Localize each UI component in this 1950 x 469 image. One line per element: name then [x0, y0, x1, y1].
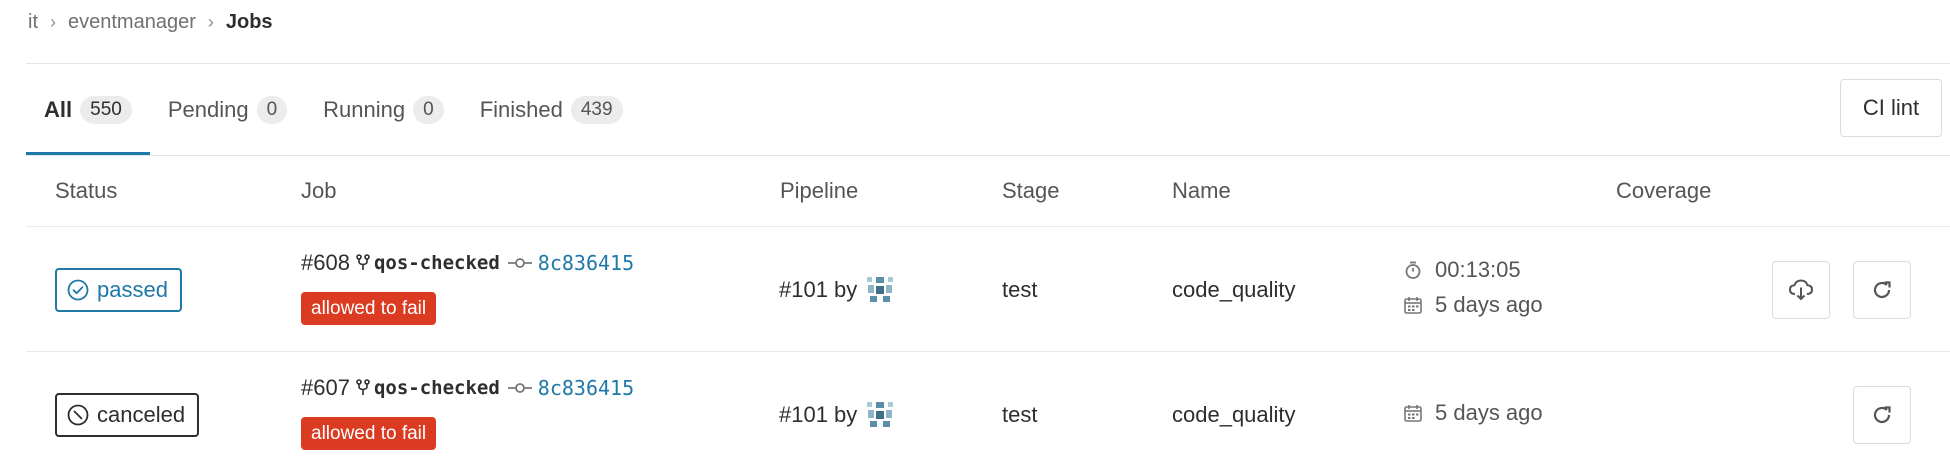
fork-icon	[356, 254, 370, 272]
branch-ref-link[interactable]: qos-checked	[374, 252, 500, 274]
avatar[interactable]	[865, 400, 895, 430]
allowed-to-fail-badge: allowed to fail	[301, 292, 437, 325]
download-artifacts-button[interactable]	[1772, 261, 1830, 319]
job-id-link[interactable]: #608	[301, 250, 350, 276]
duration: 00:13:05	[1403, 257, 1521, 283]
job-info: #608 qos-checked 8c836415	[301, 250, 634, 276]
timer-icon	[1405, 261, 1421, 279]
finished-text: 5 days ago	[1435, 400, 1543, 425]
finished-time: 5 days ago	[1403, 400, 1543, 426]
chevron-right-icon: ›	[207, 11, 214, 32]
commit-icon	[507, 382, 532, 394]
allowed-to-fail-badge: allowed to fail	[301, 417, 437, 450]
retry-icon	[1873, 281, 1891, 299]
job-info: #607 qos-checked 8c836415	[301, 375, 634, 401]
branch-ref-link[interactable]: qos-checked	[374, 377, 500, 399]
status-badge-passed[interactable]: passed	[55, 268, 182, 312]
divider	[26, 351, 1950, 352]
breadcrumb-current[interactable]: Jobs	[226, 11, 273, 34]
divider	[26, 226, 1950, 227]
pipeline-link[interactable]: #101 by	[779, 277, 857, 303]
scope-tabs: All 550 Pending 0 Running 0 Finished 439	[26, 64, 641, 155]
tab-finished[interactable]: Finished 439	[462, 64, 641, 155]
job-id-link[interactable]: #607	[301, 375, 350, 401]
retry-button[interactable]	[1853, 261, 1911, 319]
job-name-cell: code_quality	[1172, 402, 1296, 427]
commit-sha-link[interactable]: 8c836415	[538, 251, 634, 275]
column-header-job: Job	[301, 178, 337, 203]
tab-label: Running	[323, 96, 406, 122]
tab-count-badge: 0	[413, 95, 444, 124]
breadcrumb: it › eventmanager › Jobs	[28, 8, 273, 36]
fork-icon	[356, 379, 370, 397]
tab-label: Pending	[167, 96, 249, 122]
avatar[interactable]	[865, 275, 895, 305]
tab-running[interactable]: Running 0	[305, 64, 462, 155]
breadcrumb-item-group[interactable]: it	[28, 11, 38, 34]
column-header-coverage: Coverage	[1616, 178, 1712, 203]
pipeline-cell: #101 by	[779, 400, 895, 430]
check-circle-icon	[67, 279, 89, 301]
cloud-download-icon	[1788, 279, 1814, 301]
finished-time: 5 days ago	[1403, 292, 1543, 318]
finished-text: 5 days ago	[1435, 292, 1543, 317]
tab-count-badge: 439	[570, 95, 623, 124]
tab-all[interactable]: All 550	[26, 64, 150, 155]
column-header-stage: Stage	[1002, 178, 1060, 203]
job-name-cell: code_quality	[1172, 277, 1296, 302]
breadcrumb-item-project[interactable]: eventmanager	[68, 11, 196, 34]
status-label: passed	[97, 277, 168, 302]
commit-icon	[507, 257, 532, 269]
tab-count-badge: 0	[256, 95, 288, 124]
canceled-circle-icon	[67, 404, 89, 426]
stage-cell: test	[1002, 277, 1038, 302]
divider	[26, 155, 1950, 156]
column-header-pipeline: Pipeline	[780, 178, 859, 203]
commit-sha-link[interactable]: 8c836415	[538, 376, 634, 400]
stage-cell: test	[1002, 402, 1038, 427]
calendar-icon	[1404, 405, 1422, 422]
tab-pending[interactable]: Pending 0	[150, 64, 305, 155]
retry-button[interactable]	[1853, 386, 1911, 444]
retry-icon	[1873, 406, 1891, 424]
column-header-status: Status	[55, 178, 118, 203]
ci-lint-button[interactable]: CI lint	[1840, 79, 1942, 137]
column-header-name: Name	[1172, 178, 1231, 203]
pipeline-cell: #101 by	[779, 275, 895, 305]
pipeline-link[interactable]: #101 by	[779, 402, 857, 428]
tab-count-badge: 550	[80, 95, 132, 124]
tab-label: All	[44, 96, 73, 122]
status-label: canceled	[97, 402, 186, 427]
duration-text: 00:13:05	[1435, 257, 1521, 282]
chevron-right-icon: ›	[50, 11, 56, 32]
status-badge-canceled[interactable]: canceled	[55, 393, 200, 437]
tab-label: Finished	[479, 96, 563, 122]
calendar-icon	[1404, 297, 1422, 314]
